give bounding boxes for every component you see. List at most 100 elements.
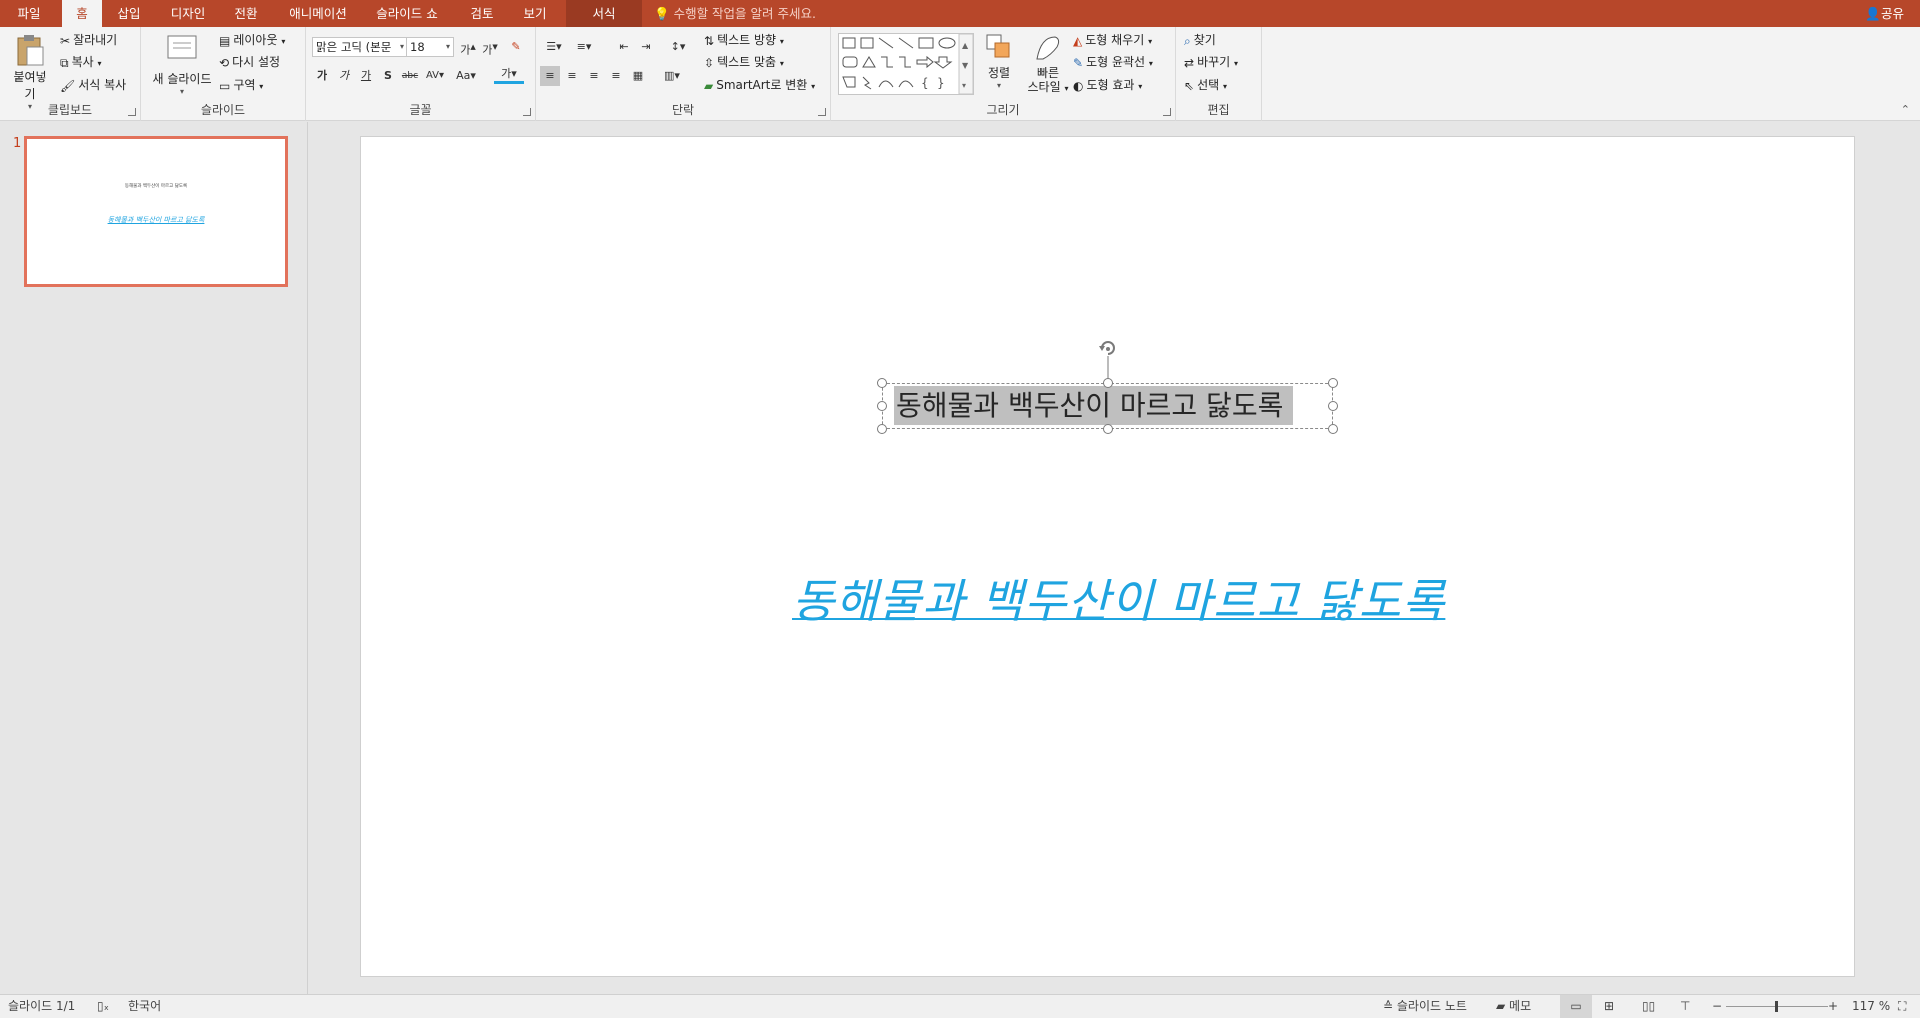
layout-button[interactable]: ▤ 레이아웃 ▾ xyxy=(219,31,285,51)
slide-sorter-button[interactable]: ⊞ xyxy=(1604,995,1614,1018)
tab-animations[interactable]: 애니메이션 xyxy=(283,0,353,27)
svg-text:}: } xyxy=(937,76,945,90)
find-label: 찾기 xyxy=(1193,33,1216,47)
shape-fill-button[interactable]: ◭ 도형 채우기 ▾ xyxy=(1073,31,1152,51)
slide-canvas[interactable] xyxy=(360,136,1855,977)
quick-styles-button[interactable]: 빠른 스타일 ▾ xyxy=(1023,33,1073,96)
language[interactable]: 한국어 xyxy=(128,995,161,1018)
arrange-button[interactable]: 정렬 ▾ xyxy=(981,33,1017,90)
normal-view-button[interactable]: ▭ xyxy=(1560,995,1592,1018)
zoom-in-button[interactable]: + xyxy=(1828,995,1838,1018)
section-button[interactable]: ▭ 구역 ▾ xyxy=(219,76,263,96)
notes-button[interactable]: ≙ 슬라이드 노트 xyxy=(1383,995,1467,1018)
dialog-launcher-icon[interactable] xyxy=(128,108,136,116)
svg-text:{: { xyxy=(921,76,929,90)
resize-handle-w[interactable] xyxy=(877,401,887,411)
shape-effects-button[interactable]: ◐ 도형 효과 ▾ xyxy=(1073,76,1142,96)
font-name-combo[interactable]: 맑은 고딕 (본문 ▾ xyxy=(312,37,408,57)
shape-fill-label: 도형 채우기 xyxy=(1085,33,1145,47)
zoom-slider-thumb[interactable] xyxy=(1775,1001,1778,1012)
italic-button[interactable]: 가 xyxy=(334,66,354,86)
tab-home[interactable]: 홈 xyxy=(62,0,102,27)
select-button[interactable]: ⇖ 선택 ▾ xyxy=(1184,76,1227,96)
tab-design[interactable]: 디자인 xyxy=(163,0,213,27)
format-painter-label: 서식 복사 xyxy=(78,78,127,92)
reset-icon: ⟲ xyxy=(219,55,230,70)
tab-view[interactable]: 보기 xyxy=(516,0,554,27)
chevron-down-icon: ▾ xyxy=(1222,82,1227,91)
resize-handle-nw[interactable] xyxy=(877,378,887,388)
justify-button[interactable]: ≡ xyxy=(606,66,626,86)
char-spacing-button[interactable]: AV▾ xyxy=(422,66,448,86)
slideshow-button[interactable]: ⊤ xyxy=(1680,995,1690,1018)
underline-button[interactable]: 가 xyxy=(356,66,376,86)
reading-view-button[interactable]: ▯▯ xyxy=(1642,995,1655,1018)
group-drawing: {} ▲ ▼ ▾ 정렬 ▾ 빠른 스타일 ▾ ◭ 도형 채우기 ▾ ✎ 도형 윤곽선 ▾… xyxy=(831,27,1176,121)
columns-button[interactable]: ▥▾ xyxy=(658,66,686,86)
tell-me-box[interactable]: 💡 수행할 작업을 알려 주세요. xyxy=(654,0,816,27)
increase-indent-button[interactable]: ⇥ xyxy=(636,37,656,57)
group-label-drawing: 그리기 xyxy=(986,103,1020,117)
zoom-out-button[interactable]: − xyxy=(1712,995,1722,1018)
shape-outline-button[interactable]: ✎ 도형 윤곽선 ▾ xyxy=(1073,53,1153,73)
resize-handle-n[interactable] xyxy=(1103,378,1113,388)
font-color-button[interactable]: 가▾ xyxy=(494,66,524,84)
reset-button[interactable]: ⟲ 다시 설정 xyxy=(219,53,280,73)
text-direction-button[interactable]: ⇅ 텍스트 방향 ▾ xyxy=(704,31,784,51)
select-label: 선택 xyxy=(1197,78,1220,92)
accessibility-icon[interactable]: ▯ₓ xyxy=(97,995,109,1018)
slide-thumbnail[interactable]: 동해물과 백두산이 마르고 닳도록 동해물과 백두산이 마르고 닳도록 xyxy=(24,136,288,287)
align-left-button[interactable]: ≡ xyxy=(540,66,560,86)
font-size-combo[interactable]: 18 ▾ xyxy=(406,37,454,57)
resize-handle-s[interactable] xyxy=(1103,424,1113,434)
align-text-button[interactable]: ⇳ 텍스트 맞춤 ▾ xyxy=(704,53,784,73)
resize-handle-e[interactable] xyxy=(1328,401,1338,411)
paste-button[interactable]: 붙여넣기 ▾ xyxy=(10,33,50,111)
dialog-launcher-icon[interactable] xyxy=(818,108,826,116)
decrease-indent-button[interactable]: ⇤ xyxy=(614,37,634,57)
fit-to-window-icon[interactable]: ⛶ xyxy=(1898,995,1906,1018)
distributed-button[interactable]: ▦ xyxy=(628,66,648,86)
comments-button[interactable]: ▰ 메모 xyxy=(1496,995,1531,1018)
smartart-button[interactable]: ▰ SmartArt로 변환 ▾ xyxy=(704,76,815,96)
section-label: 구역 xyxy=(233,78,256,92)
dialog-launcher-icon[interactable] xyxy=(523,108,531,116)
format-painter-button[interactable]: 🖌 서식 복사 xyxy=(60,76,126,96)
cut-button[interactable]: ✂ 잘라내기 xyxy=(60,31,117,51)
dialog-launcher-icon[interactable] xyxy=(1163,108,1171,116)
replace-button[interactable]: ⇄ 바꾸기 ▾ xyxy=(1184,53,1238,73)
new-slide-button[interactable]: 새 슬라이드 ▾ xyxy=(147,33,217,96)
collapse-ribbon-icon[interactable]: ⌃ xyxy=(1901,103,1910,116)
share-button[interactable]: 👤공유 xyxy=(1865,0,1904,27)
resize-handle-ne[interactable] xyxy=(1328,378,1338,388)
quick-styles-label-2-text: 스타일 xyxy=(1027,80,1061,94)
align-center-button[interactable]: ≡ xyxy=(562,66,582,86)
tab-insert[interactable]: 삽입 xyxy=(110,0,148,27)
tab-slideshow[interactable]: 슬라이드 쇼 xyxy=(370,0,444,27)
hyperlink-text[interactable]: 동해물과 백두산이 마르고 닳도록 xyxy=(792,565,1445,631)
tab-format[interactable]: 서식 xyxy=(566,0,642,27)
tab-review[interactable]: 검토 xyxy=(462,0,502,27)
align-right-button[interactable]: ≡ xyxy=(584,66,604,86)
zoom-level[interactable]: 117 % xyxy=(1852,995,1890,1018)
grow-font-button[interactable]: 가▲ xyxy=(458,37,478,57)
shrink-font-button[interactable]: 가▼ xyxy=(480,37,500,57)
copy-button[interactable]: ⧉ 복사 ▾ xyxy=(60,53,102,73)
numbering-button[interactable]: ≡▾ xyxy=(570,37,598,57)
resize-handle-se[interactable] xyxy=(1328,424,1338,434)
thumbnail-number: 1 xyxy=(13,136,22,151)
shapes-gallery[interactable]: {} ▲ ▼ ▾ xyxy=(838,33,974,95)
shadow-button[interactable]: S xyxy=(378,66,398,86)
selected-text[interactable]: 동해물과 백두산이 마르고 닳도록 xyxy=(894,386,1294,425)
strikethrough-button[interactable]: abc xyxy=(400,66,420,86)
bullets-button[interactable]: ☰▾ xyxy=(540,37,568,57)
ribbon: 붙여넣기 ▾ ✂ 잘라내기 ⧉ 복사 ▾ 🖌 서식 복사 클립보드 새 슬라이드 ▾ … xyxy=(0,27,1920,121)
tab-file[interactable]: 파일 xyxy=(10,0,48,27)
change-case-button[interactable]: Aa▾ xyxy=(452,66,480,86)
bold-button[interactable]: 가 xyxy=(312,66,332,86)
tab-transitions[interactable]: 전환 xyxy=(226,0,266,27)
line-spacing-button[interactable]: ↕▾ xyxy=(664,37,692,57)
clear-format-icon[interactable]: ✎ xyxy=(506,37,526,57)
find-button[interactable]: ⌕ 찾기 xyxy=(1184,31,1216,51)
resize-handle-sw[interactable] xyxy=(877,424,887,434)
